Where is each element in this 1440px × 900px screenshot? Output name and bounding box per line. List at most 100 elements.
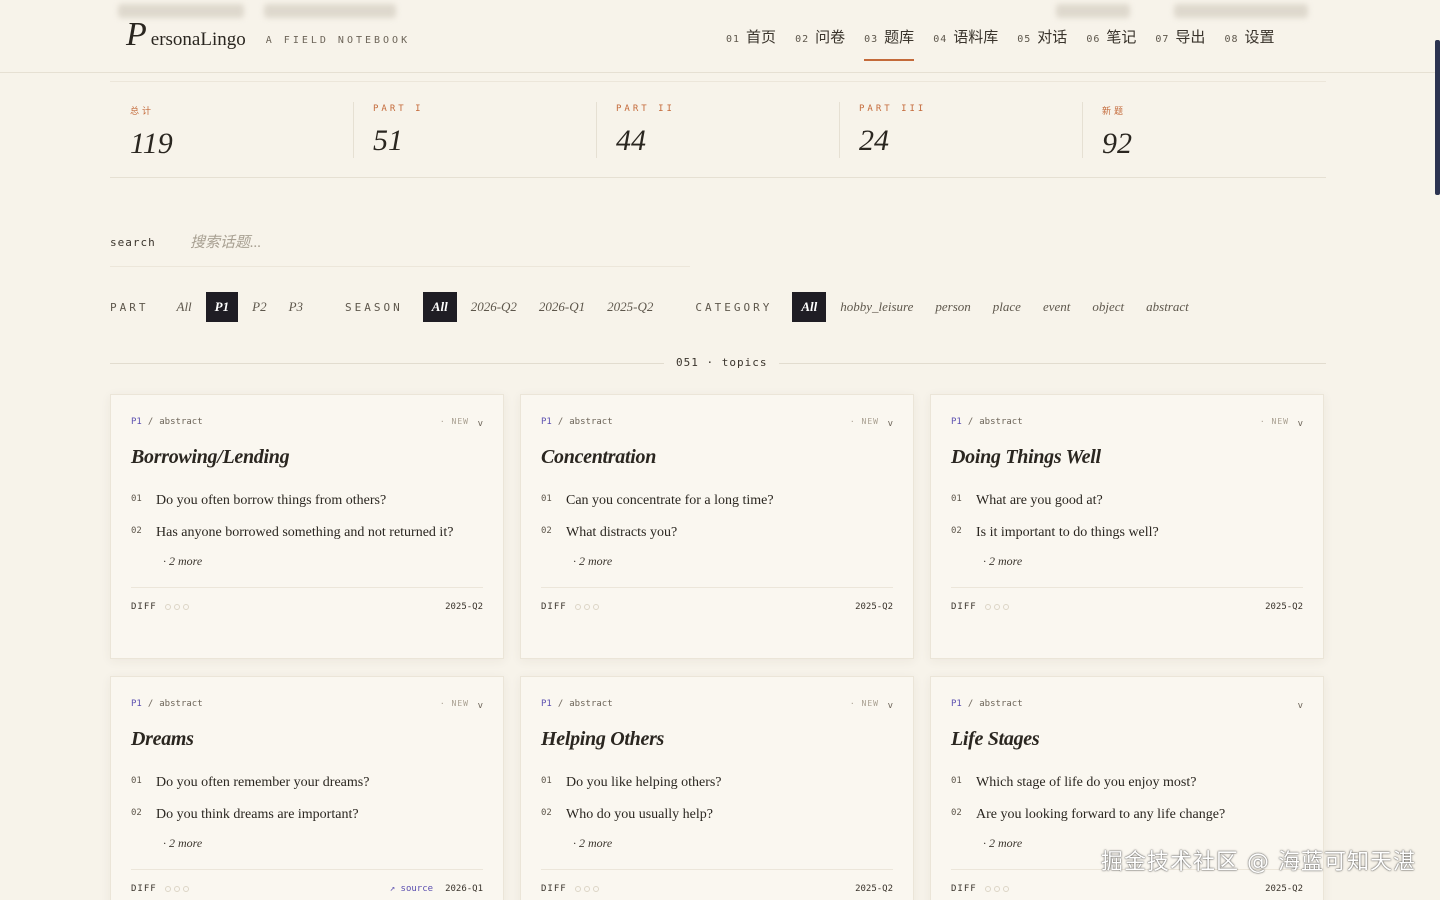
filter-chip-category[interactable]: person	[927, 292, 978, 322]
nav-item-number: 03	[864, 34, 879, 45]
brand-logo[interactable]: P ersonaLingo A FIELD NOTEBOOK	[126, 18, 410, 52]
new-badge: · NEW	[439, 699, 469, 708]
season-tag: 2025-Q2	[855, 602, 893, 612]
category-tag: abstract	[979, 417, 1023, 427]
question-number: 01	[131, 776, 142, 786]
nav-item-number: 08	[1224, 34, 1239, 45]
filter-chip-season[interactable]: 2026-Q1	[531, 292, 593, 322]
filter-chip-season[interactable]: 2025-Q2	[599, 292, 661, 322]
stat-label: 总计	[130, 107, 155, 117]
category-tag: abstract	[569, 417, 613, 427]
more-questions-link[interactable]: · 2 more	[573, 836, 893, 851]
stat-label: PART II	[616, 104, 675, 114]
topic-card[interactable]: P1 / abstract · NEW v Helping Others 01 Do you …	[520, 676, 914, 900]
nav-item-3[interactable]: 03 题库	[864, 26, 915, 61]
topic-count-divider: 051 · topics	[110, 354, 1326, 374]
filter-chip-part[interactable]: P3	[281, 292, 311, 322]
stats-bar: 总计 119 PART I 51 PART II 44 PART III 24 新题 92	[110, 81, 1326, 178]
chevron-down-icon[interactable]: v	[888, 701, 893, 711]
stat-label: PART III	[859, 104, 927, 114]
scrollbar-thumb[interactable]	[1435, 40, 1440, 195]
nav-item-label: 首页	[746, 28, 777, 46]
question-number: 02	[951, 808, 962, 818]
card-title: Borrowing/Lending	[131, 446, 290, 468]
question-text: Are you looking forward to any life chan…	[976, 807, 1226, 822]
meta-separator: /	[147, 417, 154, 427]
question-number: 02	[541, 526, 552, 536]
chevron-down-icon[interactable]: v	[1298, 419, 1303, 429]
difficulty-dot-icon	[173, 886, 180, 892]
question-list: 01 Which stage of life do you enjoy most?…	[951, 772, 1303, 851]
question-text: Do you often borrow things from others?	[156, 493, 387, 508]
difficulty-rating	[164, 604, 192, 610]
more-questions-link[interactable]: · 2 more	[163, 836, 483, 851]
season-tag: 2025-Q2	[1265, 602, 1303, 612]
meta-separator: /	[557, 699, 564, 709]
difficulty-rating	[984, 604, 1012, 610]
filter-label-category: CATEGORY	[695, 300, 773, 314]
question-item: 01 Can you concentrate for a long time?	[541, 490, 893, 512]
difficulty-label: DIFF	[131, 602, 157, 612]
meta-separator: /	[967, 699, 974, 709]
question-list: 01 Can you concentrate for a long time? 02…	[541, 490, 893, 569]
nav-item-6[interactable]: 06 笔记	[1086, 26, 1136, 47]
card-meta: P1 / abstract	[951, 417, 1023, 427]
filter-chip-category[interactable]: hobby_leisure	[832, 292, 921, 322]
card-footer: DIFF 2025-Q2	[541, 587, 893, 612]
more-questions-link[interactable]: · 2 more	[573, 554, 893, 569]
season-tag: 2026-Q1	[445, 884, 483, 894]
question-number: 02	[541, 808, 552, 818]
topic-card[interactable]: P1 / abstract · NEW v Concentration 01 Can you …	[520, 394, 914, 659]
filter-chip-category[interactable]: event	[1035, 292, 1078, 322]
filter-chip-category[interactable]: All	[792, 292, 827, 322]
nav-item-5[interactable]: 05 对话	[1017, 26, 1067, 47]
search-input[interactable]	[190, 229, 670, 257]
filter-chip-season[interactable]: 2026-Q2	[463, 292, 525, 322]
card-footer: DIFF 2025-Q2	[951, 587, 1303, 612]
difficulty-dot-icon	[993, 886, 1000, 892]
difficulty-dot-icon	[592, 886, 599, 892]
watermark-text: 掘金技术社区 @ 海蓝可知天湛	[1101, 850, 1416, 875]
filter-chip-part[interactable]: P2	[244, 292, 274, 322]
nav-item-2[interactable]: 02 问卷	[795, 26, 845, 47]
nav-item-1[interactable]: 01 首页	[726, 26, 776, 47]
chevron-down-icon[interactable]: v	[1298, 701, 1303, 711]
nav-item-4[interactable]: 04 语料库	[933, 26, 998, 47]
card-footer: DIFF 2025-Q2	[131, 587, 483, 612]
difficulty-dot-icon	[1002, 604, 1009, 610]
card-meta: P1 / abstract	[951, 699, 1023, 709]
more-questions-link[interactable]: · 2 more	[163, 554, 483, 569]
topic-card[interactable]: P1 / abstract · NEW v Doing Things Well 01 What…	[930, 394, 1324, 659]
filter-chip-category[interactable]: abstract	[1138, 292, 1197, 322]
question-text: Which stage of life do you enjoy most?	[976, 775, 1197, 790]
question-number: 01	[951, 494, 962, 504]
filter-chip-category[interactable]: place	[985, 292, 1029, 322]
filter-chip-category[interactable]: object	[1084, 292, 1132, 322]
chevron-down-icon[interactable]: v	[888, 419, 893, 429]
filter-chip-season[interactable]: All	[422, 292, 457, 322]
difficulty-rating	[984, 886, 1012, 892]
stat-card: PART II 44	[596, 82, 839, 177]
chevron-down-icon[interactable]: v	[478, 701, 483, 711]
topic-card[interactable]: P1 / abstract · NEW v Borrowing/Lending 01 Do y…	[110, 394, 504, 659]
filter-chip-part[interactable]: All	[169, 292, 200, 322]
stat-label: PART I	[373, 104, 424, 114]
brand-initial: P	[126, 16, 147, 53]
nav-item-7[interactable]: 07 导出	[1155, 26, 1205, 47]
nav-item-8[interactable]: 08 设置	[1224, 26, 1274, 47]
filter-chip-part[interactable]: P1	[205, 292, 239, 322]
question-text: What are you good at?	[976, 493, 1103, 508]
question-text: What distracts you?	[566, 525, 678, 540]
difficulty-dot-icon	[592, 604, 599, 610]
question-item: 02 Is it important to do things well?	[951, 522, 1303, 544]
stat-label: 新题	[1102, 107, 1127, 117]
difficulty-dot-icon	[993, 604, 1000, 610]
source-link[interactable]: ↗ source	[390, 884, 433, 894]
topic-card[interactable]: P1 / abstract · NEW v Dreams 01 Do you often re…	[110, 676, 504, 900]
difficulty-dot-icon	[164, 886, 171, 892]
category-tag: abstract	[569, 699, 613, 709]
more-questions-link[interactable]: · 2 more	[983, 554, 1303, 569]
chevron-down-icon[interactable]: v	[478, 419, 483, 429]
difficulty-dot-icon	[173, 604, 180, 610]
stat-value: 44	[616, 124, 646, 157]
